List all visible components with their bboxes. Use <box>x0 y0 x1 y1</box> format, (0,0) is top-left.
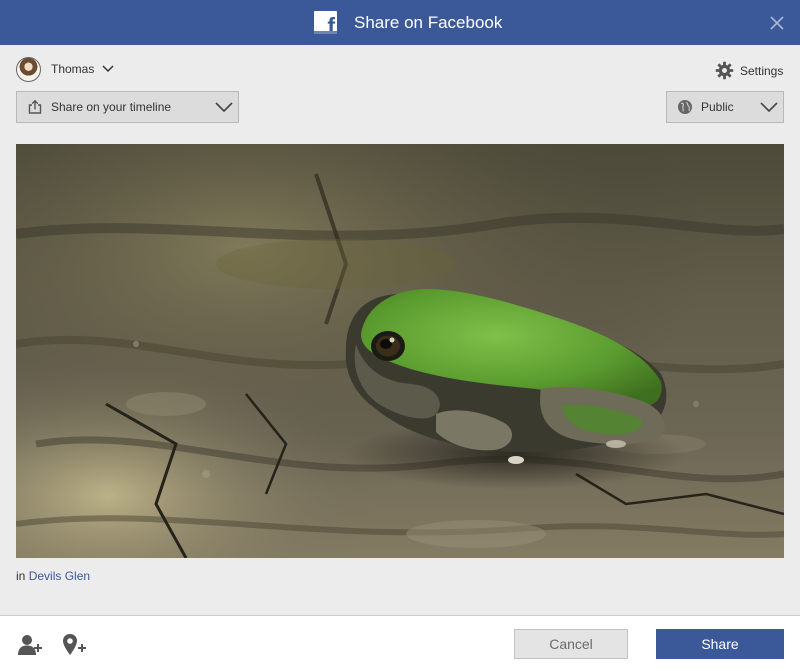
location-link[interactable]: Devils Glen <box>29 569 90 583</box>
add-location-icon <box>63 634 86 655</box>
settings-button[interactable]: Settings <box>715 61 783 80</box>
user-selector[interactable]: Thomas <box>16 56 114 82</box>
chevron-down-icon <box>215 102 233 113</box>
close-icon <box>770 16 784 30</box>
footer-bar: Cancel Share <box>0 615 800 671</box>
share-target-label: Share on your timeline <box>51 100 172 114</box>
settings-label: Settings <box>740 63 784 78</box>
location-prefix: in <box>16 569 26 583</box>
share-button[interactable]: Share <box>656 629 784 659</box>
globe-icon <box>677 99 693 115</box>
location-line: in Devils Glen <box>16 569 90 583</box>
chevron-down-icon <box>760 102 778 113</box>
shared-photo <box>16 144 784 558</box>
share-icon <box>27 99 43 115</box>
audience-dropdown[interactable]: Public <box>666 91 784 123</box>
audience-label: Public <box>701 100 734 114</box>
title-bar: f Share on Facebook <box>0 0 800 45</box>
window-title: Share on Facebook <box>354 13 503 32</box>
gear-icon <box>715 61 734 80</box>
tag-friends-button[interactable] <box>18 633 44 657</box>
share-target-dropdown[interactable]: Share on your timeline <box>16 91 239 123</box>
user-name: Thomas <box>51 62 95 76</box>
avatar <box>16 56 41 82</box>
add-person-icon <box>18 635 42 655</box>
close-button[interactable] <box>766 12 788 34</box>
facebook-logo-icon: f <box>314 11 337 34</box>
add-location-button[interactable] <box>62 633 88 657</box>
cancel-button[interactable]: Cancel <box>514 629 628 659</box>
chevron-down-icon <box>102 65 114 73</box>
